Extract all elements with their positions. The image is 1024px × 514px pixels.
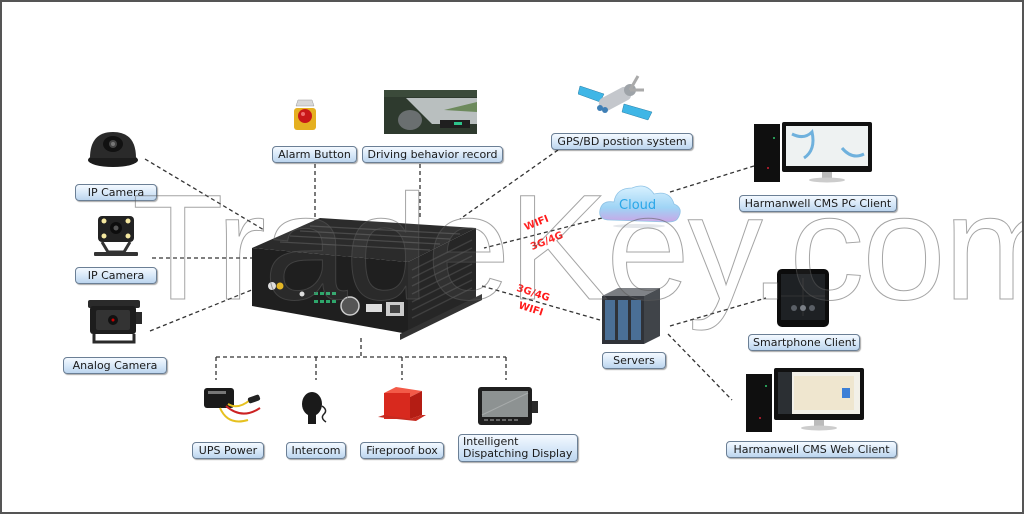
- label-smartphone-client: Smartphone Client: [748, 334, 860, 351]
- label-web-client: Harmanwell CMS Web Client: [726, 441, 897, 458]
- label-intercom: Intercom: [286, 442, 346, 459]
- bracket-camera-icon: [94, 216, 138, 256]
- tablet-icon: [777, 269, 829, 327]
- ups-module-icon: [204, 388, 261, 423]
- web-client-desktop-icon: [746, 368, 864, 432]
- label-ip-camera-bracket: IP Camera: [75, 267, 157, 284]
- label-analog-camera: Analog Camera: [63, 357, 167, 374]
- label-dispatching-display-line2: Dispatching Display: [463, 447, 573, 460]
- link-cloud-pc: [669, 165, 755, 193]
- label-driving-behavior-record: Driving behavior record: [362, 146, 503, 163]
- label-pc-client: Harmanwell CMS PC Client: [739, 195, 897, 212]
- label-alarm-button: Alarm Button: [272, 146, 357, 163]
- mobile-dvr-icon: [252, 218, 482, 340]
- link-servers-smartphone: [669, 297, 767, 327]
- link-analog-camera: [149, 284, 265, 332]
- label-servers: Servers: [602, 352, 666, 369]
- link-dome-camera: [144, 158, 265, 231]
- cloud-label: Cloud: [619, 198, 657, 213]
- label-ups-power: UPS Power: [192, 442, 264, 459]
- handheld-mic-icon: [302, 392, 327, 424]
- dome-camera-icon: [88, 132, 138, 167]
- label-dispatching-display: Intelligent Dispatching Display: [458, 434, 578, 462]
- driving-photo-icon: [384, 90, 477, 134]
- fireproof-box-icon: [378, 387, 426, 421]
- analog-camera-icon: [88, 300, 142, 344]
- server-rack-icon: [602, 288, 660, 344]
- label-fireproof-box: Fireproof box: [360, 442, 444, 459]
- label-ip-camera-dome: IP Camera: [75, 184, 157, 201]
- display-monitor-icon: [478, 387, 538, 425]
- alarm-button-icon: [294, 99, 316, 130]
- link-servers-web: [667, 333, 733, 401]
- desktop-pc-icon: [754, 122, 872, 183]
- satellite-icon: [578, 75, 653, 121]
- diagram-canvas: IP Camera IP Camera Analog Camera Alarm …: [0, 0, 1024, 514]
- label-gps-position-system: GPS/BD postion system: [551, 133, 693, 150]
